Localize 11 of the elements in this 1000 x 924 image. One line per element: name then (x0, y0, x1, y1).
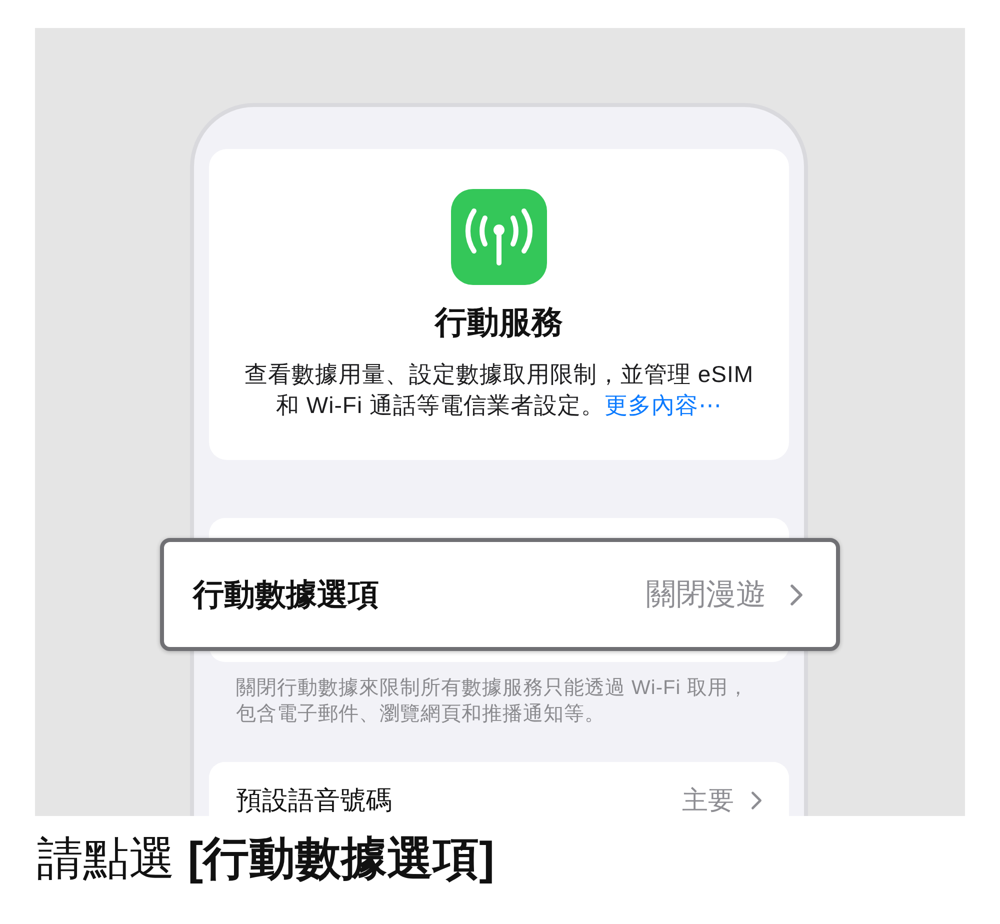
setting-value: 主要 (682, 784, 734, 816)
chevron-right-icon (751, 790, 762, 810)
service-description: 查看數據用量、設定數據取用限制，並管理 eSIM 和 Wi-Fi 通話等電信業者設定。更多內容⋯ (243, 360, 755, 420)
instruction-text: 請點選 [行動數據選項] (37, 831, 494, 886)
service-title: 行動服務 (435, 303, 563, 342)
setting-value: 關閉漫遊 (646, 576, 766, 612)
more-link[interactable]: 更多內容⋯ (604, 392, 722, 418)
footnote-text: 關閉行動數據來限制所有數據服務只能透過 Wi-Fi 取用，包含電子郵件、瀏覽網頁和推播通知等。 (236, 676, 750, 727)
antenna-icon (451, 189, 547, 285)
chevron-right-icon (790, 584, 803, 606)
cellular-data-options-row[interactable]: 行動數據選項 關閉漫遊 (160, 538, 840, 651)
